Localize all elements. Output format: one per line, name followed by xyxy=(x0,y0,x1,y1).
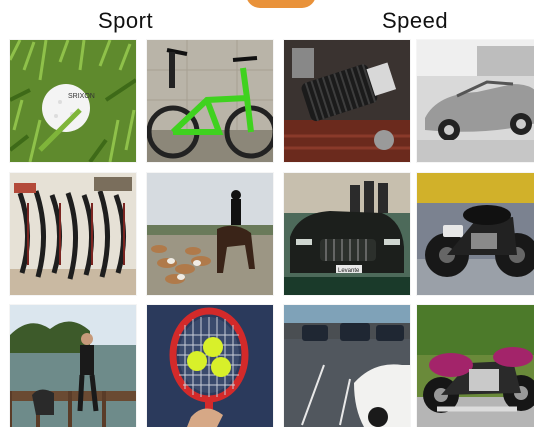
column-title-speed: Speed xyxy=(382,8,449,33)
tennis-image xyxy=(147,305,273,427)
tile-tennis[interactable] xyxy=(147,305,273,427)
bicycle-image xyxy=(147,40,273,162)
ball-logo-text: SRIXON xyxy=(68,93,95,100)
tile-engine[interactable] xyxy=(284,40,410,162)
engine-image xyxy=(284,40,410,162)
tile-bicycle[interactable] xyxy=(147,40,273,162)
tile-archery-bows[interactable] xyxy=(10,173,136,295)
top-tab-button[interactable] xyxy=(246,0,316,8)
horse-rider-image xyxy=(147,173,273,295)
tile-horse-rider[interactable] xyxy=(147,173,273,295)
parking-lot-image xyxy=(284,305,410,427)
classic-car-image xyxy=(417,40,534,162)
tile-suv[interactable]: Levante xyxy=(284,173,410,295)
tile-parking-lot[interactable] xyxy=(284,305,410,427)
tile-magenta-motorcycle[interactable] xyxy=(417,305,534,427)
magenta-motorcycle-image xyxy=(417,305,534,427)
plate-text: Levante xyxy=(338,268,360,274)
runner-lake-image xyxy=(10,305,136,427)
column-title-sport: Sport xyxy=(98,8,154,33)
tile-black-motorcycle[interactable] xyxy=(417,173,534,295)
archery-bows-image xyxy=(10,173,136,295)
black-motorcycle-image xyxy=(417,173,534,295)
suv-image: Levante xyxy=(284,173,410,295)
image-grid: SRIXON Levante xyxy=(10,40,534,427)
golf-ball-image: SRIXON xyxy=(10,40,136,162)
tile-golf-ball[interactable]: SRIXON xyxy=(10,40,136,162)
tile-classic-car[interactable] xyxy=(417,40,534,162)
tile-runner-lake[interactable] xyxy=(10,305,136,427)
